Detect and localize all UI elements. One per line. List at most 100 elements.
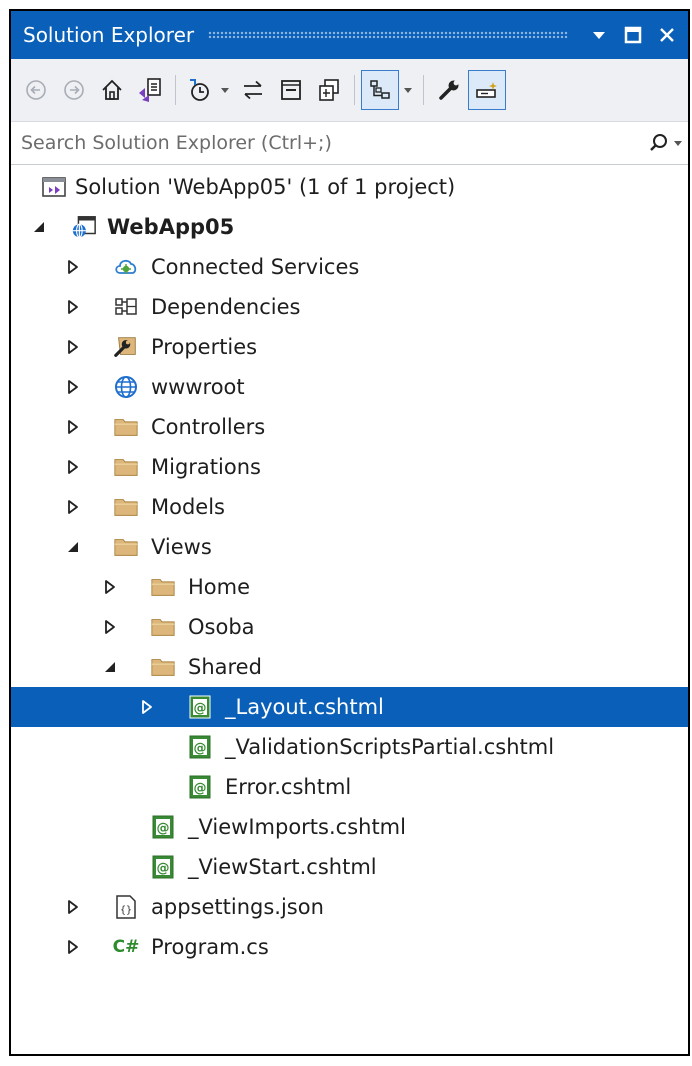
tree-item-label: _Layout.cshtml bbox=[225, 695, 384, 719]
expand-toggle[interactable] bbox=[100, 617, 120, 637]
tree-item-label: Controllers bbox=[151, 415, 266, 439]
toolbar-separator bbox=[423, 75, 424, 105]
switch-views-icon bbox=[139, 78, 161, 102]
expand-toggle[interactable] bbox=[63, 257, 83, 277]
search-options[interactable] bbox=[648, 132, 684, 154]
clock-filter-icon bbox=[190, 79, 209, 101]
search-input[interactable] bbox=[11, 131, 648, 155]
collapse-toggle[interactable] bbox=[63, 537, 83, 557]
tree-item[interactable]: @ Error.cshtml bbox=[11, 767, 688, 807]
svg-text:@: @ bbox=[194, 701, 207, 716]
tree-item-label: Shared bbox=[188, 655, 262, 679]
back-arrow-icon bbox=[26, 80, 46, 100]
toolbar bbox=[11, 59, 688, 121]
preview-selected-items-button[interactable] bbox=[468, 70, 506, 110]
expand-toggle[interactable] bbox=[100, 577, 120, 597]
tree-item[interactable]: Osoba bbox=[11, 607, 688, 647]
tree-item[interactable]: @ _Layout.cshtml bbox=[11, 687, 688, 727]
collapse-all-button[interactable] bbox=[272, 70, 310, 110]
tree-item[interactable]: WebApp05 bbox=[11, 207, 688, 247]
expand-toggle[interactable] bbox=[63, 297, 83, 317]
folder-icon bbox=[150, 574, 176, 600]
tree-item[interactable]: Controllers bbox=[11, 407, 688, 447]
close-button[interactable] bbox=[650, 18, 684, 52]
tree-view-toggle-button[interactable] bbox=[361, 70, 399, 110]
tree-item[interactable]: Properties bbox=[11, 327, 688, 367]
tree-item[interactable]: @ _ValidationScriptsPartial.cshtml bbox=[11, 727, 688, 767]
show-all-files-button[interactable] bbox=[310, 70, 348, 110]
pending-changes-dropdown[interactable] bbox=[216, 70, 234, 110]
folder-icon bbox=[113, 414, 139, 440]
expand-toggle[interactable] bbox=[63, 497, 83, 517]
tree-item-label: Views bbox=[151, 535, 212, 559]
razor-file-icon: @ bbox=[150, 814, 176, 840]
home-button[interactable] bbox=[93, 70, 131, 110]
svg-text:@: @ bbox=[157, 821, 170, 836]
tree-item[interactable]: Migrations bbox=[11, 447, 688, 487]
toolbar-separator bbox=[354, 75, 355, 105]
expand-toggle[interactable] bbox=[63, 377, 83, 397]
sync-arrows-icon bbox=[244, 80, 262, 100]
chevron-down-icon bbox=[221, 88, 229, 93]
tree-item-label: _ViewImports.cshtml bbox=[188, 815, 406, 839]
tree-item-label: Program.cs bbox=[151, 935, 269, 959]
tree-item[interactable]: Connected Services bbox=[11, 247, 688, 287]
svg-text:@: @ bbox=[157, 861, 170, 876]
maximize-icon bbox=[624, 26, 642, 44]
pending-changes-filter-button[interactable] bbox=[182, 70, 216, 110]
chevron-down-icon bbox=[404, 88, 412, 93]
tree-item-label: _ViewStart.cshtml bbox=[188, 855, 377, 879]
tree-item[interactable]: Views bbox=[11, 527, 688, 567]
dependencies-icon bbox=[113, 294, 139, 320]
switch-views-button[interactable] bbox=[131, 70, 169, 110]
title-bar[interactable]: Solution Explorer bbox=[11, 11, 688, 59]
tree-item-label: Properties bbox=[151, 335, 258, 359]
tree-item[interactable]: C# Program.cs bbox=[11, 927, 688, 967]
properties-button[interactable] bbox=[430, 70, 468, 110]
forward-button[interactable] bbox=[55, 70, 93, 110]
tree-item[interactable]: Shared bbox=[11, 647, 688, 687]
properties-icon bbox=[113, 334, 139, 360]
forward-arrow-icon bbox=[64, 80, 84, 100]
tree-item[interactable]: Dependencies bbox=[11, 287, 688, 327]
tree-item-label: _ValidationScriptsPartial.cshtml bbox=[225, 735, 555, 759]
folder-icon bbox=[150, 614, 176, 640]
collapse-toggle[interactable] bbox=[100, 657, 120, 677]
drag-grip[interactable] bbox=[208, 31, 568, 39]
solution-icon bbox=[41, 174, 67, 200]
tree-item-label: appsettings.json bbox=[151, 895, 324, 919]
search-bar bbox=[11, 121, 688, 165]
chevron-down-icon bbox=[593, 32, 605, 39]
tree-item[interactable]: {} appsettings.json bbox=[11, 887, 688, 927]
tree-item-label: Osoba bbox=[188, 615, 255, 639]
tree-item[interactable]: wwwroot bbox=[11, 367, 688, 407]
maximize-button[interactable] bbox=[616, 18, 650, 52]
tree-item[interactable]: @ _ViewStart.cshtml bbox=[11, 847, 688, 887]
expand-toggle[interactable] bbox=[137, 697, 157, 717]
tree-item[interactable]: Home bbox=[11, 567, 688, 607]
tree-item[interactable]: Solution 'WebApp05' (1 of 1 project) bbox=[11, 167, 688, 207]
tree-item[interactable]: @ _ViewImports.cshtml bbox=[11, 807, 688, 847]
window-position-dropdown-button[interactable] bbox=[582, 18, 616, 52]
razor-file-icon: @ bbox=[187, 694, 213, 720]
folder-icon bbox=[113, 534, 139, 560]
close-icon bbox=[660, 28, 674, 42]
svg-text:@: @ bbox=[194, 781, 207, 796]
tree-item[interactable]: Models bbox=[11, 487, 688, 527]
web-project-icon bbox=[71, 214, 97, 240]
expand-toggle[interactable] bbox=[63, 337, 83, 357]
sync-with-active-document-button[interactable] bbox=[234, 70, 272, 110]
tree-item-label: Solution 'WebApp05' (1 of 1 project) bbox=[75, 175, 456, 199]
expand-toggle[interactable] bbox=[63, 457, 83, 477]
expand-toggle[interactable] bbox=[63, 417, 83, 437]
globe-icon bbox=[113, 374, 139, 400]
folder-icon bbox=[150, 654, 176, 680]
collapse-toggle[interactable] bbox=[29, 217, 49, 237]
folder-icon bbox=[113, 494, 139, 520]
expand-toggle[interactable] bbox=[63, 937, 83, 957]
home-icon bbox=[102, 79, 122, 100]
back-button[interactable] bbox=[17, 70, 55, 110]
toolbar-separator bbox=[175, 75, 176, 105]
tree-view-dropdown[interactable] bbox=[399, 70, 417, 110]
expand-toggle[interactable] bbox=[63, 897, 83, 917]
